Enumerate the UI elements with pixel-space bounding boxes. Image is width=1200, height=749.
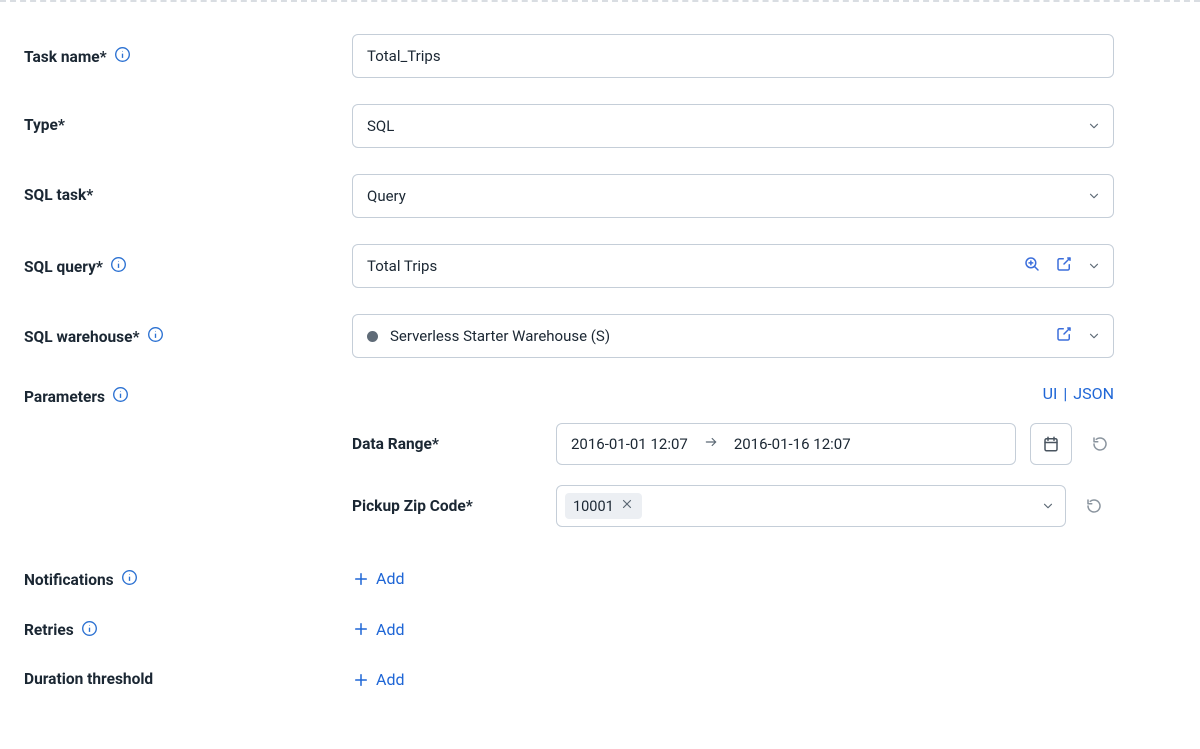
open-external-icon[interactable] <box>1055 325 1073 347</box>
params-toggle-ui[interactable]: UI <box>1043 384 1058 403</box>
chevron-down-icon <box>1087 119 1101 133</box>
row-parameters: Parameters UI | JSON Data Range* 2016-01… <box>24 384 1176 547</box>
select-value: Query <box>367 187 406 205</box>
sql-task-select[interactable]: Query <box>352 174 1114 218</box>
zoom-in-icon[interactable] <box>1023 255 1041 277</box>
row-sql-task: SQL task* Query <box>24 174 1176 218</box>
add-text: Add <box>376 620 404 639</box>
status-dot-icon <box>367 331 378 342</box>
label-sql-task: SQL task* <box>24 174 352 204</box>
row-sql-warehouse: SQL warehouse* Serverless Starter Wareho… <box>24 314 1176 358</box>
add-text: Add <box>376 569 404 588</box>
pickup-zip-select[interactable]: 10001 <box>556 485 1066 527</box>
row-retries: Retries Add <box>24 618 1176 643</box>
row-type: Type* SQL <box>24 104 1176 148</box>
date-range-end: 2016-01-16 12:07 <box>734 435 851 453</box>
task-form: Task name* Type* SQL SQL task* <box>24 4 1176 693</box>
add-retry-button[interactable]: Add <box>352 618 404 639</box>
info-icon[interactable] <box>112 386 129 407</box>
separator: | <box>1063 384 1067 403</box>
open-external-icon[interactable] <box>1055 255 1073 277</box>
param-row-pickup-zip: Pickup Zip Code* 10001 <box>352 485 1114 527</box>
label-text: Type* <box>24 116 65 134</box>
chevron-down-icon <box>1041 499 1055 513</box>
label-text: Duration threshold <box>24 670 153 688</box>
label-type: Type* <box>24 104 352 134</box>
chevron-down-icon <box>1087 259 1101 273</box>
info-icon[interactable] <box>121 569 138 590</box>
date-range-input[interactable]: 2016-01-01 12:07 2016-01-16 12:07 <box>556 423 1016 465</box>
label-notifications: Notifications <box>24 567 352 590</box>
reset-button[interactable] <box>1080 492 1108 520</box>
label-task-name: Task name* <box>24 34 352 67</box>
label-text: Parameters <box>24 388 105 406</box>
tag-chip[interactable]: 10001 <box>565 493 642 519</box>
label-text: SQL warehouse* <box>24 328 140 346</box>
param-label: Pickup Zip Code* <box>352 497 538 515</box>
close-icon[interactable] <box>620 497 634 515</box>
parameters-grid: Data Range* 2016-01-01 12:07 2016-01-16 … <box>352 423 1114 527</box>
add-text: Add <box>376 670 404 689</box>
chevron-down-icon <box>1087 189 1101 203</box>
date-range-start: 2016-01-01 12:07 <box>571 435 688 453</box>
param-label: Data Range* <box>352 435 538 453</box>
label-text: Notifications <box>24 571 114 589</box>
row-duration-threshold: Duration threshold Add <box>24 668 1176 693</box>
params-toggle-json[interactable]: JSON <box>1073 384 1114 403</box>
label-sql-warehouse: SQL warehouse* <box>24 314 352 347</box>
chevron-down-icon <box>1087 329 1101 343</box>
row-sql-query: SQL query* Total Trips <box>24 244 1176 288</box>
row-notifications: Notifications Add <box>24 567 1176 592</box>
arrow-right-icon <box>704 435 718 453</box>
add-notification-button[interactable]: Add <box>352 567 404 588</box>
info-icon[interactable] <box>147 326 164 347</box>
type-select[interactable]: SQL <box>352 104 1114 148</box>
reset-button[interactable] <box>1086 430 1114 458</box>
params-view-toggle: UI | JSON <box>352 384 1114 403</box>
label-text: Retries <box>24 621 74 639</box>
label-text: Task name* <box>24 48 107 66</box>
param-row-data-range: Data Range* 2016-01-01 12:07 2016-01-16 … <box>352 423 1114 465</box>
calendar-button[interactable] <box>1030 423 1072 465</box>
row-task-name: Task name* <box>24 34 1176 78</box>
info-icon[interactable] <box>81 620 98 641</box>
info-icon[interactable] <box>110 256 127 277</box>
task-name-input[interactable] <box>352 34 1114 78</box>
select-value: Total Trips <box>367 257 437 275</box>
add-duration-button[interactable]: Add <box>352 668 404 689</box>
select-value: SQL <box>367 117 394 135</box>
label-sql-query: SQL query* <box>24 244 352 277</box>
select-value: Serverless Starter Warehouse (S) <box>390 327 610 345</box>
info-icon[interactable] <box>114 46 131 67</box>
sql-query-select[interactable]: Total Trips <box>352 244 1114 288</box>
label-text: SQL task* <box>24 186 93 204</box>
sql-warehouse-select[interactable]: Serverless Starter Warehouse (S) <box>352 314 1114 358</box>
label-duration-threshold: Duration threshold <box>24 668 352 688</box>
label-retries: Retries <box>24 618 352 641</box>
tag-text: 10001 <box>573 498 614 515</box>
label-parameters: Parameters <box>24 384 352 407</box>
label-text: SQL query* <box>24 258 103 276</box>
